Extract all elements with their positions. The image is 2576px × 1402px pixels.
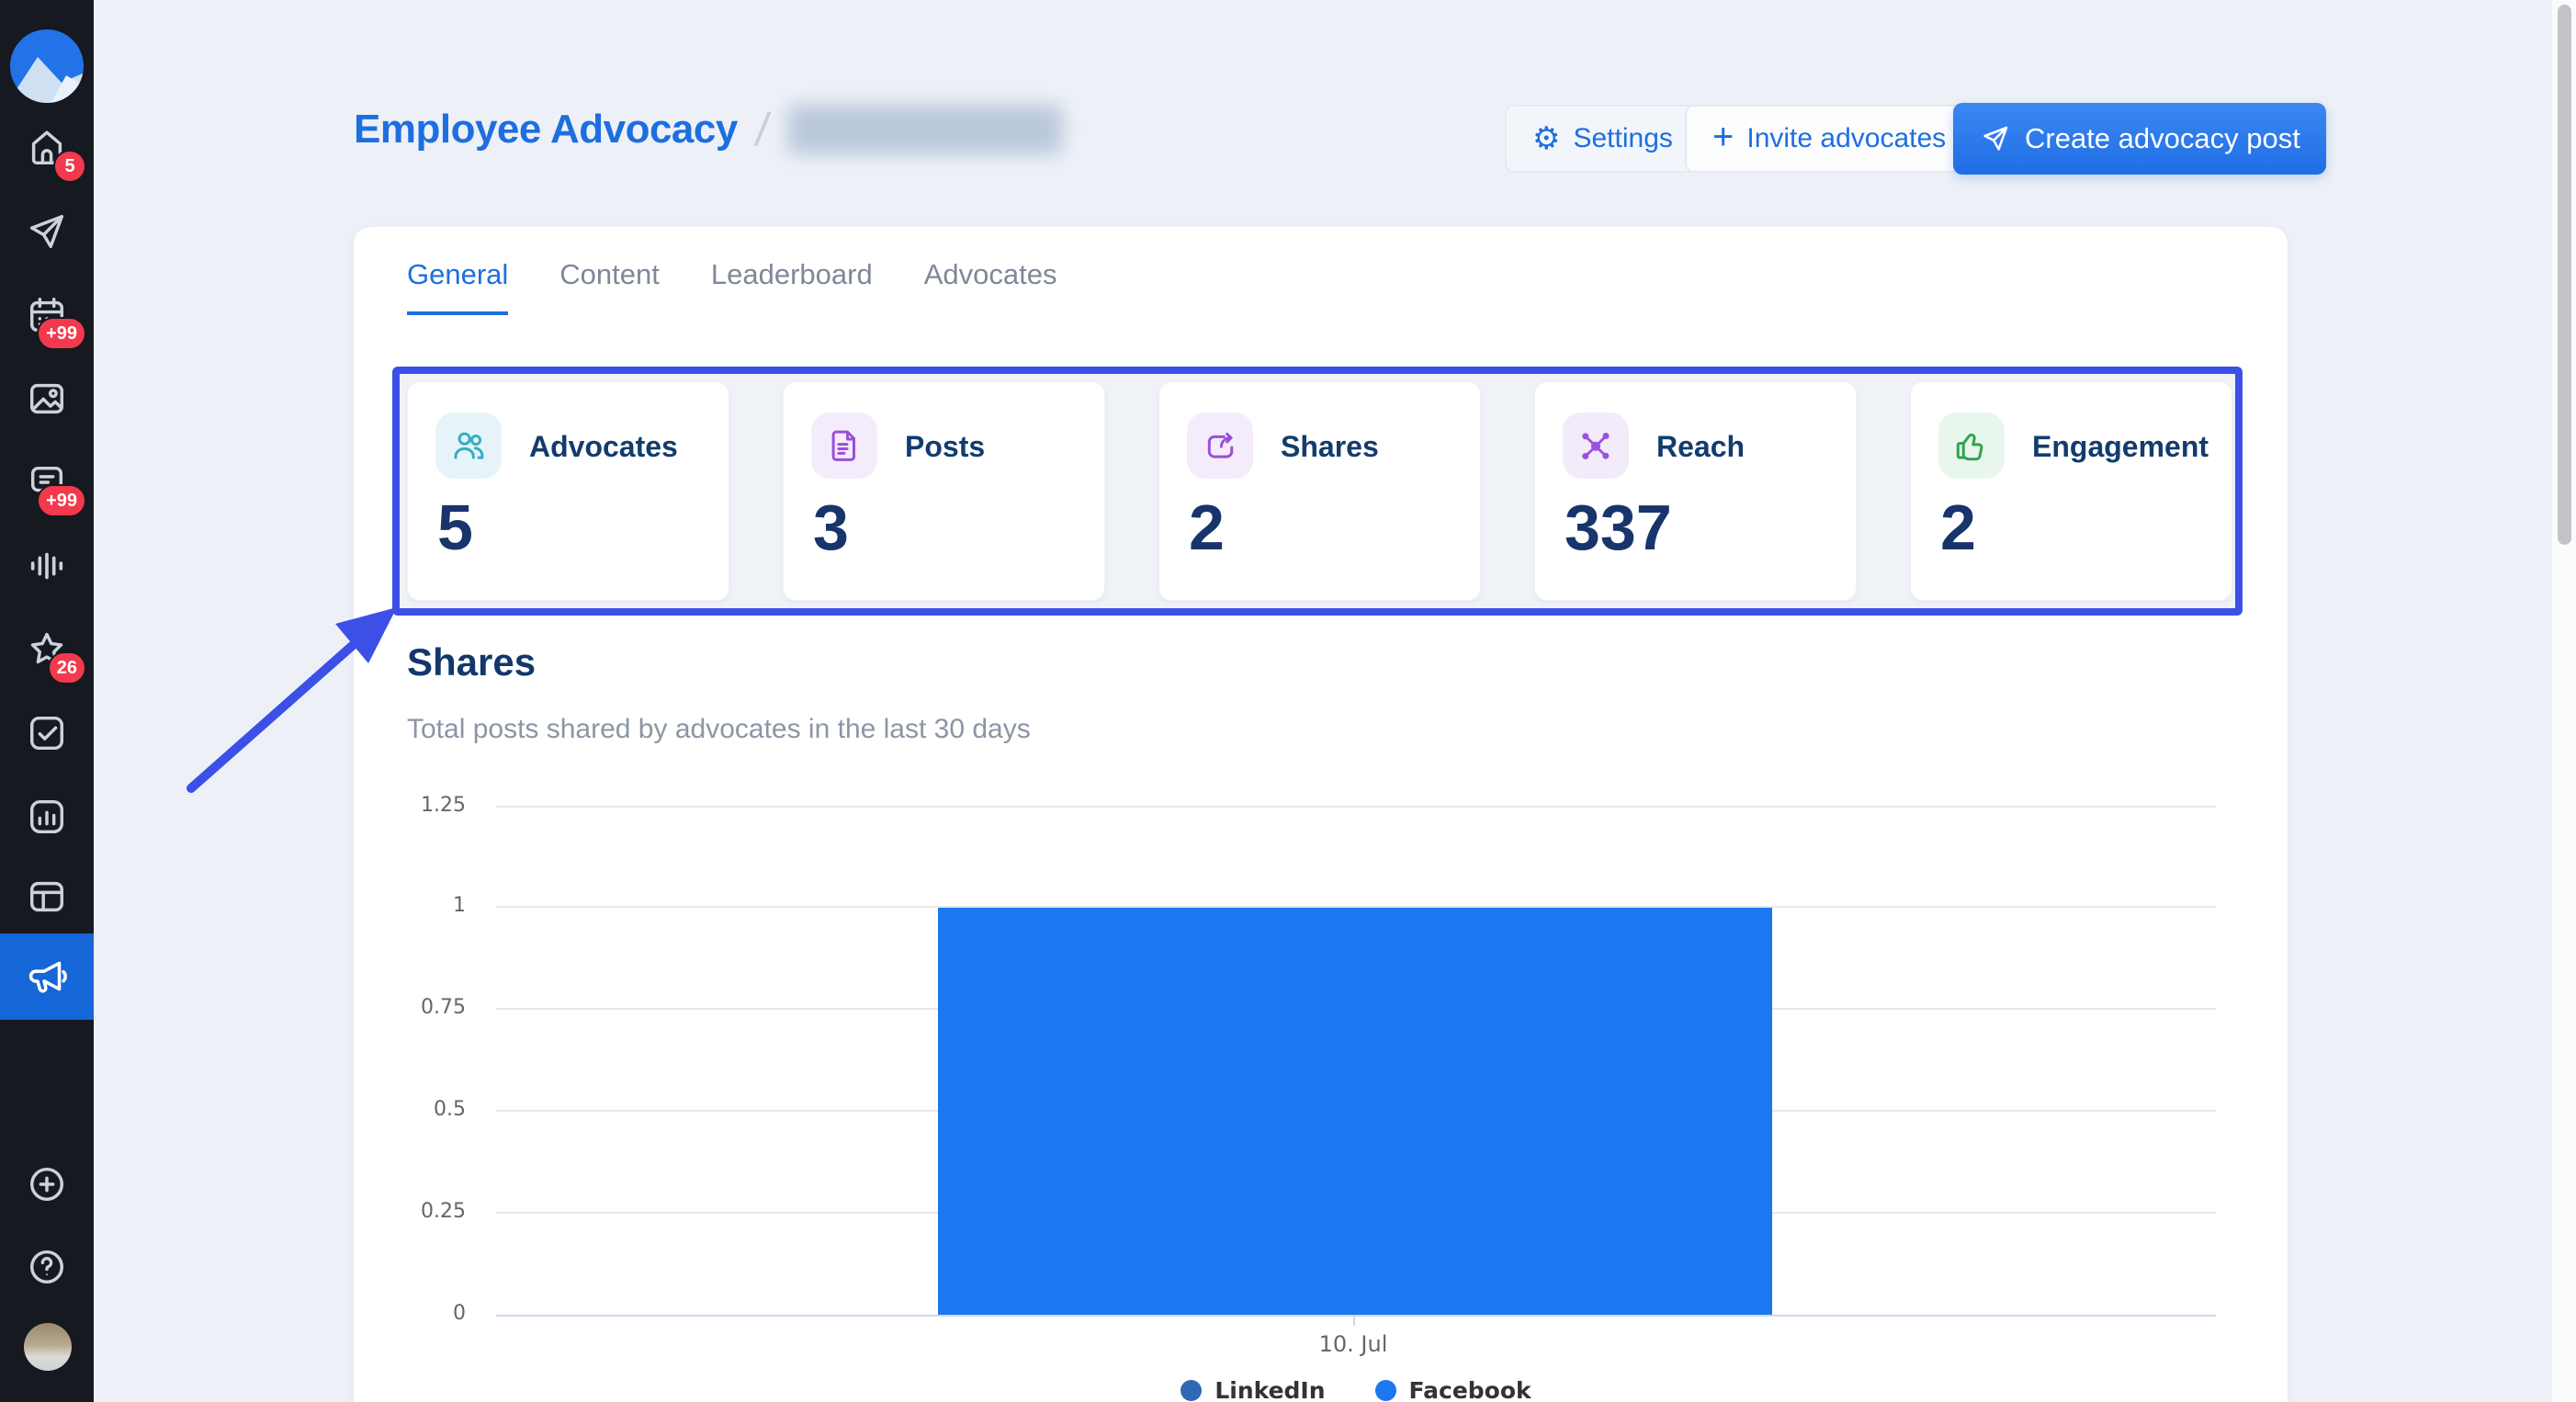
y-axis-tick: 0.75 (346, 996, 466, 1019)
company-name-blurred (787, 105, 1063, 154)
stat-card-shares: Shares 2 (1158, 381, 1481, 601)
stat-label: Reach (1656, 430, 1745, 464)
stat-label: Engagement (2032, 430, 2209, 464)
advocates-icon-box (435, 413, 502, 479)
y-axis-tick: 1.25 (346, 794, 466, 817)
y-axis-tick: 0.25 (346, 1200, 466, 1223)
check-square-icon (26, 712, 68, 754)
stat-value: 337 (1565, 491, 1672, 564)
calendar-badge: +99 (37, 317, 86, 350)
create-advocacy-post-button[interactable]: Create advocacy post (1953, 103, 2326, 175)
stat-card-engagement: Engagement 2 (1910, 381, 2232, 601)
thumbs-up-icon (1952, 426, 1991, 465)
image-icon (26, 378, 68, 420)
stat-label: Posts (905, 430, 985, 464)
page-title: Employee Advocacy (354, 107, 738, 153)
tab-advocates[interactable]: Advocates (924, 258, 1057, 315)
tab-general[interactable]: General (407, 258, 508, 315)
facebook-shares-bar[interactable] (938, 908, 1772, 1315)
posts-icon-box (811, 413, 877, 479)
stats-row-highlight-rectangle: Advocates 5 Posts 3 (392, 367, 2243, 616)
stat-card-posts: Posts 3 (783, 381, 1105, 601)
reviews-badge: 26 (48, 651, 86, 684)
document-icon (825, 426, 864, 465)
app-logo[interactable] (10, 29, 84, 103)
facebook-legend-dot-icon (1375, 1380, 1396, 1401)
inbox-badge: +99 (37, 484, 86, 517)
legend-item-linkedin[interactable]: LinkedIn (1181, 1377, 1325, 1402)
invite-advocates-button[interactable]: + Invite advocates (1685, 105, 1973, 173)
home-badge: 5 (53, 150, 86, 183)
sidebar-item-boards[interactable] (0, 860, 94, 933)
y-axis-tick: 1 (346, 894, 466, 917)
plus-circle-icon (26, 1163, 68, 1205)
chart-legend: LinkedIn Facebook (496, 1377, 2216, 1402)
plus-icon: + (1712, 119, 1734, 155)
invite-button-label: Invite advocates (1746, 123, 1946, 154)
stat-value: 2 (1189, 491, 1225, 564)
engagement-icon-box (1938, 413, 2005, 479)
linkedin-legend-dot-icon (1181, 1380, 1202, 1401)
vista-logo-icon (10, 29, 84, 103)
sidebar-item-media[interactable] (0, 362, 94, 435)
page-header: Employee Advocacy / (354, 103, 1063, 156)
shares-icon-box (1187, 413, 1253, 479)
share-forward-icon (1201, 426, 1239, 465)
gridline-1-25 (496, 806, 2216, 808)
stat-label: Shares (1281, 430, 1379, 464)
x-axis-line (496, 1315, 2216, 1317)
y-axis-tick: 0 (346, 1302, 466, 1325)
create-button-label: Create advocacy post (2025, 122, 2300, 155)
breadcrumb-separator: / (752, 103, 773, 156)
sidebar-item-reviews[interactable]: 26 (0, 613, 94, 686)
sidebar-item-help[interactable] (0, 1230, 94, 1304)
tab-content[interactable]: Content (559, 258, 660, 315)
people-icon (449, 426, 488, 465)
question-circle-icon (26, 1246, 68, 1288)
sidebar-item-inbox[interactable]: +99 (0, 446, 94, 519)
megaphone-icon (24, 954, 70, 1000)
network-icon (1576, 426, 1615, 465)
sidebar-item-advocacy[interactable] (0, 933, 94, 1020)
paper-plane-icon (26, 210, 68, 253)
sidebar-item-reports[interactable] (0, 780, 94, 854)
sidebar: 5 +99 (0, 0, 94, 1402)
layout-icon (26, 876, 68, 918)
stat-label: Advocates (529, 430, 678, 464)
shares-section-title: Shares (407, 640, 536, 684)
tab-bar: General Content Leaderboard Advocates (407, 258, 1056, 315)
sidebar-item-calendar[interactable]: +99 (0, 278, 94, 352)
sidebar-item-listening[interactable] (0, 529, 94, 603)
bar-chart-icon (26, 796, 68, 838)
page-scrollbar-thumb[interactable] (2558, 5, 2571, 545)
page-scrollbar-track (2552, 0, 2576, 1402)
x-axis-tick-mark (1353, 1317, 1355, 1326)
stat-card-advocates: Advocates 5 (407, 381, 729, 601)
gear-icon: ⚙ (1532, 123, 1560, 154)
sidebar-item-home[interactable]: 5 (0, 111, 94, 185)
sidebar-item-publish[interactable] (0, 195, 94, 268)
main-panel: General Content Leaderboard Advocates Ad… (354, 227, 2288, 1402)
paper-plane-icon (1979, 122, 2012, 155)
x-axis-label: 10. Jul (1215, 1331, 1491, 1357)
settings-button-label: Settings (1573, 123, 1672, 154)
reach-icon-box (1563, 413, 1629, 479)
stat-value: 5 (437, 491, 473, 564)
y-axis-tick: 0.5 (346, 1098, 466, 1121)
legend-label: LinkedIn (1215, 1377, 1325, 1402)
stat-value: 2 (1940, 491, 1976, 564)
sidebar-item-create-new[interactable] (0, 1148, 94, 1221)
legend-label: Facebook (1409, 1377, 1531, 1402)
stat-card-reach: Reach 337 (1534, 381, 1857, 601)
app-window: 5 +99 (0, 0, 2576, 1402)
legend-item-facebook[interactable]: Facebook (1375, 1377, 1531, 1402)
tab-leaderboard[interactable]: Leaderboard (711, 258, 873, 315)
sidebar-item-tasks[interactable] (0, 696, 94, 770)
shares-section-subtitle: Total posts shared by advocates in the l… (407, 714, 1031, 745)
stat-value: 3 (813, 491, 849, 564)
waveform-icon (26, 545, 68, 587)
user-avatar[interactable] (24, 1323, 72, 1371)
settings-button[interactable]: ⚙ Settings (1505, 105, 1700, 173)
